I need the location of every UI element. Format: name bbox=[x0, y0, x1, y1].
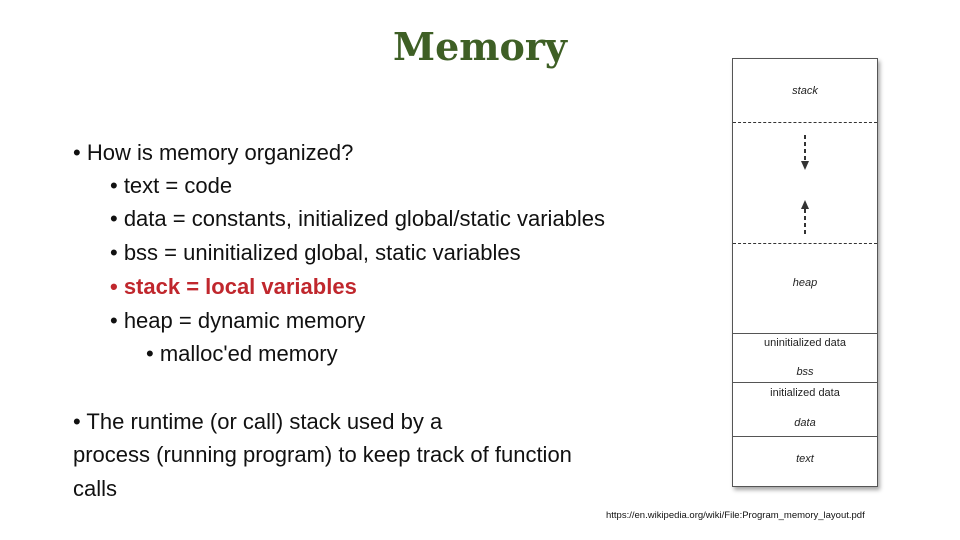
bullet-bss: • bss = uninitialized global, static var… bbox=[110, 240, 521, 265]
segment-heap: heap bbox=[792, 277, 818, 289]
arrow-up-icon bbox=[801, 200, 809, 235]
segment-text: text bbox=[796, 453, 814, 465]
memory-layout-diagram: stack heap uninitialized data bss initia… bbox=[732, 58, 878, 487]
bullet-stack: • stack = local variables bbox=[110, 274, 357, 299]
paragraph-line-2: process (running program) to keep track … bbox=[73, 442, 572, 467]
citation-link[interactable]: https://en.wikipedia.org/wiki/File:Progr… bbox=[606, 510, 865, 521]
segment-stack: stack bbox=[792, 85, 818, 97]
paragraph-line-1: • The runtime (or call) stack used by a bbox=[73, 409, 443, 434]
arrow-down-icon bbox=[801, 135, 809, 170]
divider bbox=[733, 333, 877, 334]
bullet-question: • How is memory organized? bbox=[73, 140, 354, 165]
bullet-malloc: • malloc'ed memory bbox=[146, 341, 338, 366]
segment-bss: bss bbox=[796, 366, 814, 378]
bullet-data: • data = constants, initialized global/s… bbox=[110, 206, 606, 231]
bullet-heap: • heap = dynamic memory bbox=[110, 308, 366, 333]
divider bbox=[733, 382, 877, 383]
label-uninitialized-data: uninitialized data bbox=[764, 337, 846, 349]
heap-boundary bbox=[733, 243, 877, 244]
bullet-text: • text = code bbox=[110, 173, 233, 198]
divider bbox=[733, 436, 877, 437]
segment-data: data bbox=[794, 417, 816, 429]
label-initialized-data: initialized data bbox=[770, 387, 840, 399]
stack-boundary bbox=[733, 122, 877, 123]
paragraph-line-3: calls bbox=[73, 476, 118, 501]
